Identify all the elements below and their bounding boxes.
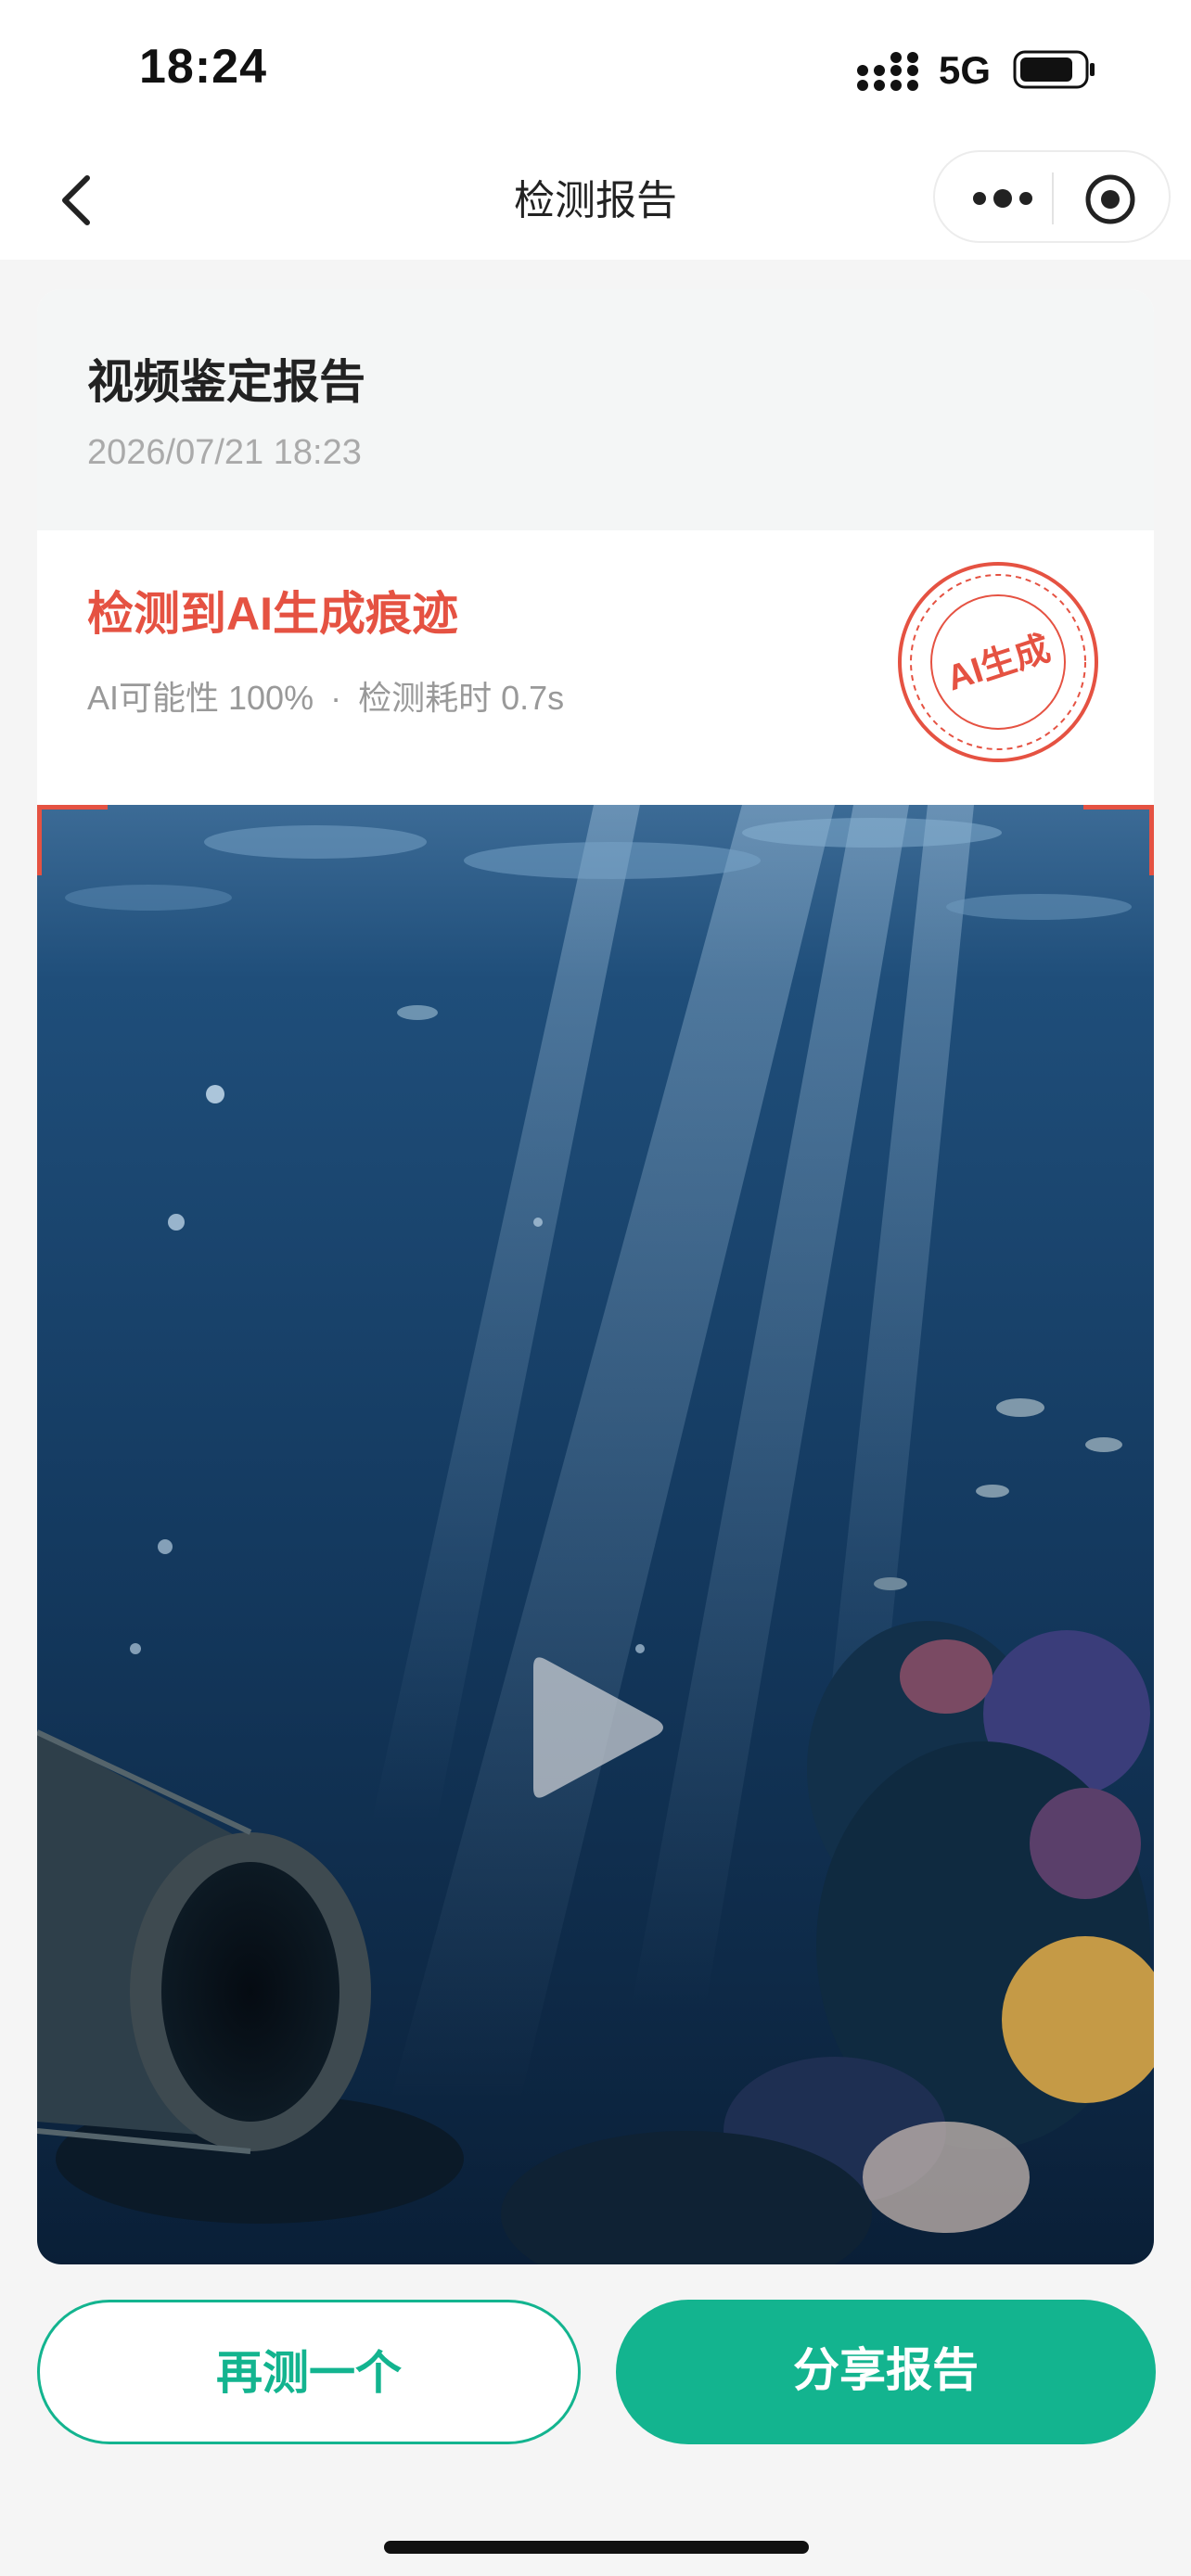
video-thumbnail: [37, 805, 1154, 2264]
report-title: 视频鉴定报告: [87, 356, 365, 408]
detection-duration: 检测耗时 0.7s: [358, 679, 565, 717]
scan-corner-left: [37, 805, 108, 810]
scan-corner-right-v: [1149, 805, 1154, 875]
meta-separator: ·: [330, 679, 342, 717]
capsule-divider: [1052, 172, 1054, 224]
scan-corner-right: [1083, 805, 1154, 810]
video-player[interactable]: [37, 805, 1154, 2264]
play-icon[interactable]: [530, 1649, 669, 1806]
ai-stamp: AI生成: [898, 562, 1098, 762]
status-bar: 18:24 5G: [0, 0, 1191, 139]
report-date: 2026/07/21 18:23: [87, 433, 362, 472]
more-icon[interactable]: [970, 180, 1035, 217]
stamp-label: AI生成: [942, 629, 1055, 698]
nav-bar: 检测报告: [0, 139, 1191, 260]
signal-icon: [857, 52, 918, 91]
share-report-button[interactable]: 分享报告: [616, 2300, 1156, 2444]
scan-corner-left-v: [37, 805, 42, 875]
status-time: 18:24: [139, 40, 267, 94]
detection-meta: AI可能性 100% · 检测耗时 0.7s: [87, 671, 564, 720]
battery-icon: [1013, 50, 1095, 89]
test-again-button[interactable]: 再测一个: [37, 2300, 581, 2444]
ai-probability: AI可能性 100%: [87, 679, 314, 717]
report-card: 视频鉴定报告 2026/07/21 18:23 检测到AI生成痕迹 AI可能性 …: [37, 289, 1154, 2264]
mini-program-capsule: [933, 150, 1171, 243]
report-header: 视频鉴定报告 2026/07/21 18:23: [37, 289, 1154, 530]
detection-result: 检测到AI生成痕迹: [87, 588, 458, 640]
network-type: 5G: [939, 48, 992, 92]
home-indicator: [384, 2541, 809, 2554]
target-icon[interactable]: [1083, 172, 1137, 226]
